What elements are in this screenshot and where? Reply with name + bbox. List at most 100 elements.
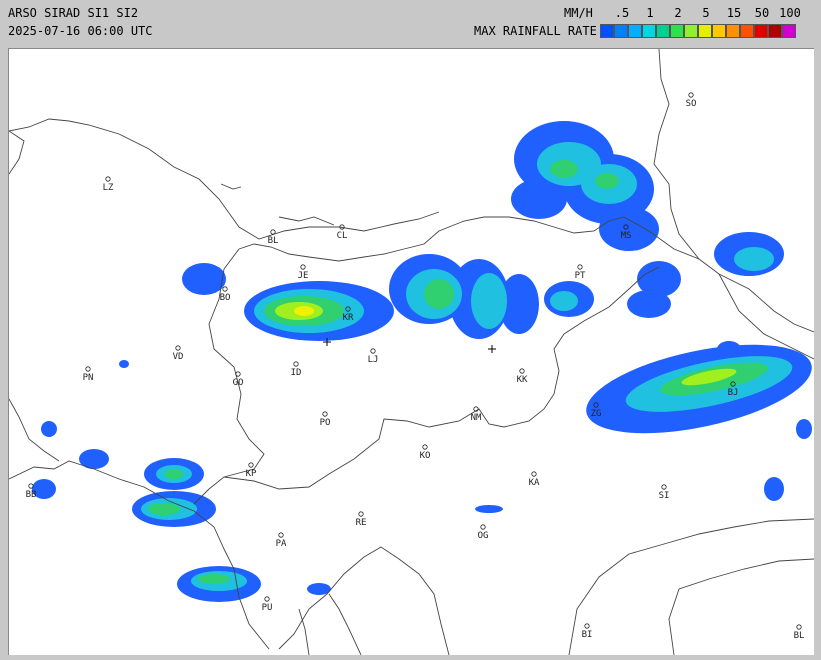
city-marker: KP bbox=[246, 462, 257, 479]
legend-swatch bbox=[642, 24, 656, 38]
rainfall-legend bbox=[600, 24, 796, 38]
city-label: ZG bbox=[591, 409, 602, 419]
city-label: BJ bbox=[728, 388, 739, 398]
city-label: BL bbox=[794, 631, 805, 641]
city-label: JE bbox=[298, 271, 309, 281]
city-dot bbox=[519, 368, 525, 374]
legend-title: MAX RAINFALL RATE bbox=[474, 24, 597, 38]
legend-tick: .5 bbox=[614, 6, 630, 20]
legend-swatch bbox=[740, 24, 754, 38]
rain-echo bbox=[550, 291, 578, 311]
city-marker: JE bbox=[298, 264, 309, 281]
radar-frame: ARSO SIRAD SI1 SI2 2025-07-16 06:00 UTC … bbox=[0, 0, 821, 660]
city-dot bbox=[278, 532, 284, 538]
city-dot bbox=[796, 624, 802, 630]
city-marker: PT bbox=[575, 264, 586, 281]
city-marker: RE bbox=[356, 511, 367, 528]
river-drava bbox=[278, 216, 335, 226]
rain-echo bbox=[294, 306, 314, 316]
city-label: RE bbox=[356, 518, 367, 528]
city-dot bbox=[264, 596, 270, 602]
legend-swatch bbox=[782, 24, 796, 38]
legend-swatch bbox=[628, 24, 642, 38]
island-cres bbox=[298, 608, 310, 655]
legend-swatch bbox=[698, 24, 712, 38]
rain-echo bbox=[182, 263, 226, 295]
city-dot bbox=[105, 176, 111, 182]
city-marker: SO bbox=[686, 92, 697, 109]
city-label: SO bbox=[686, 99, 697, 109]
coastline-kvarner bbox=[278, 546, 450, 655]
lake-outline bbox=[220, 183, 242, 190]
rain-echo bbox=[511, 179, 567, 219]
legend-tick: 100 bbox=[779, 6, 801, 20]
city-label: SI bbox=[659, 491, 670, 501]
city-marker: KO bbox=[420, 444, 430, 461]
rain-echo bbox=[595, 173, 619, 189]
legend-tick: 5 bbox=[702, 6, 710, 20]
rain-echo bbox=[796, 419, 812, 439]
city-marker: ID bbox=[291, 361, 302, 378]
radar-site-pasja-ravan bbox=[488, 345, 496, 353]
city-label: LZ bbox=[103, 183, 114, 193]
city-dot bbox=[688, 92, 694, 98]
rain-echo bbox=[627, 290, 671, 318]
rain-echo bbox=[41, 421, 57, 437]
city-label: CL bbox=[337, 231, 348, 241]
city-dot bbox=[370, 348, 376, 354]
legend-tick: 50 bbox=[754, 6, 770, 20]
italy-north-border bbox=[9, 130, 25, 175]
city-label: KP bbox=[246, 469, 257, 479]
city-label: BB bbox=[26, 490, 37, 500]
city-dot bbox=[28, 483, 34, 489]
city-dot bbox=[248, 462, 254, 468]
timestamp: 2025-07-16 06:00 UTC bbox=[8, 24, 153, 38]
rain-echo bbox=[471, 273, 507, 329]
city-label: ID bbox=[291, 368, 302, 378]
city-dot bbox=[358, 511, 364, 517]
legend-swatch bbox=[768, 24, 782, 38]
rain-echo bbox=[550, 160, 578, 178]
radar-map[interactable]: SO LZ BL CL JE BO KR VD LJ PT MS PN GO ID KK BJ ZG PO NM KO… bbox=[8, 48, 814, 655]
city-marker: PO bbox=[320, 411, 331, 428]
city-marker: SI bbox=[659, 484, 670, 501]
legend-tick: 1 bbox=[646, 6, 654, 20]
legend-tick: 15 bbox=[726, 6, 742, 20]
city-marker: VD bbox=[173, 345, 183, 362]
rain-echo bbox=[424, 279, 454, 309]
legend-swatch bbox=[684, 24, 698, 38]
city-dot bbox=[531, 471, 537, 477]
city-marker: PN bbox=[83, 366, 94, 383]
unit-label: MM/H bbox=[564, 6, 593, 20]
city-marker: BL bbox=[268, 229, 279, 246]
city-label: NM bbox=[471, 413, 482, 423]
legend-swatch bbox=[656, 24, 670, 38]
city-label: BL bbox=[268, 236, 279, 246]
city-marker: BI bbox=[582, 623, 592, 640]
city-label: KK bbox=[517, 375, 528, 385]
city-label: PT bbox=[575, 271, 586, 281]
product-title: ARSO SIRAD SI1 SI2 bbox=[8, 6, 139, 20]
city-label: LJ bbox=[368, 355, 379, 365]
rainfall-layer bbox=[32, 121, 812, 602]
city-label: MS bbox=[621, 231, 632, 241]
legend-swatch bbox=[754, 24, 768, 38]
rain-echo bbox=[119, 360, 129, 368]
city-label: OG bbox=[478, 531, 489, 541]
legend-swatch bbox=[614, 24, 628, 38]
city-label: PN bbox=[83, 373, 94, 383]
city-dot bbox=[222, 286, 228, 292]
city-label: KA bbox=[529, 478, 540, 488]
city-label: PA bbox=[276, 539, 287, 549]
legend-tick-labels: .5 1 2 5 15 50 100 bbox=[600, 6, 814, 20]
city-label: KR bbox=[343, 313, 354, 323]
city-marker: KA bbox=[529, 471, 540, 488]
rain-echo bbox=[764, 477, 784, 501]
city-marker: PU bbox=[262, 596, 272, 613]
radar-sites bbox=[323, 338, 496, 353]
legend-swatch bbox=[726, 24, 740, 38]
city-label: PO bbox=[320, 418, 331, 428]
legend-swatch bbox=[670, 24, 684, 38]
legend-swatch bbox=[600, 24, 614, 38]
rain-echo bbox=[198, 574, 230, 584]
